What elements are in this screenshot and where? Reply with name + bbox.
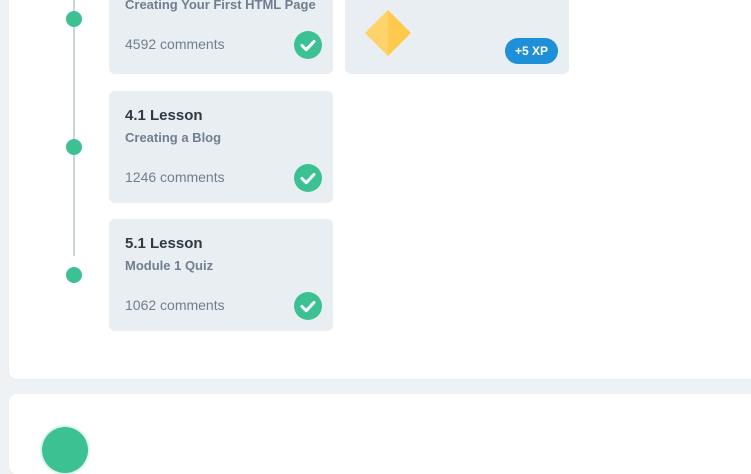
timeline-dot <box>66 11 82 27</box>
check-circle-icon <box>294 31 322 59</box>
lesson-subtitle: Creating a Blog <box>125 130 222 145</box>
lesson-title: 4.1 Lesson <box>125 107 203 124</box>
reward-card[interactable]: +5 XP <box>345 0 569 74</box>
module-progress-circle <box>42 427 88 473</box>
next-card <box>9 394 751 474</box>
timeline-dot <box>66 267 82 283</box>
lesson-subtitle: Creating Your First HTML Page <box>125 0 316 12</box>
lesson-subtitle: Module 1 Quiz <box>125 258 214 273</box>
lesson-comments: 4592 comments <box>125 36 225 52</box>
check-circle-icon <box>294 164 322 192</box>
lesson-card[interactable]: 4.1 Lesson Creating a Blog 1246 comments <box>109 91 333 203</box>
timeline-line <box>73 0 75 256</box>
check-circle-icon <box>294 292 322 320</box>
lesson-card[interactable]: 5.1 Lesson Module 1 Quiz 1062 comments <box>109 219 333 331</box>
lessons-card: Creating Your First HTML Page 4592 comme… <box>9 0 751 379</box>
lesson-card[interactable]: Creating Your First HTML Page 4592 comme… <box>109 0 333 74</box>
xp-badge: +5 XP <box>505 38 559 64</box>
diamond-icon <box>365 10 411 56</box>
lesson-comments: 1062 comments <box>125 297 225 313</box>
lesson-title: 5.1 Lesson <box>125 235 203 252</box>
timeline-dot <box>66 139 82 155</box>
lesson-comments: 1246 comments <box>125 169 225 185</box>
